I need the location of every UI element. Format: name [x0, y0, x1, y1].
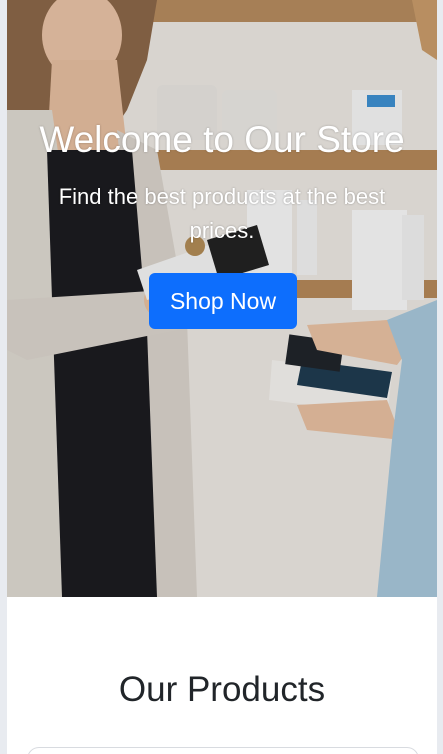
products-title: Our Products — [118, 670, 326, 709]
product-card[interactable] — [27, 747, 419, 754]
shop-now-button[interactable]: Shop Now — [149, 273, 297, 329]
hero-section: Welcome to Our Store Find the best produ… — [7, 0, 437, 597]
page-margin-left — [0, 0, 7, 754]
hero-subtitle: Find the best products at the best price… — [58, 184, 386, 243]
hero-title: Welcome to Our Store — [39, 119, 405, 160]
page-margin-right — [437, 0, 443, 754]
page: Welcome to Our Store Find the best produ… — [7, 0, 437, 754]
products-section: Our Products — [7, 597, 437, 754]
